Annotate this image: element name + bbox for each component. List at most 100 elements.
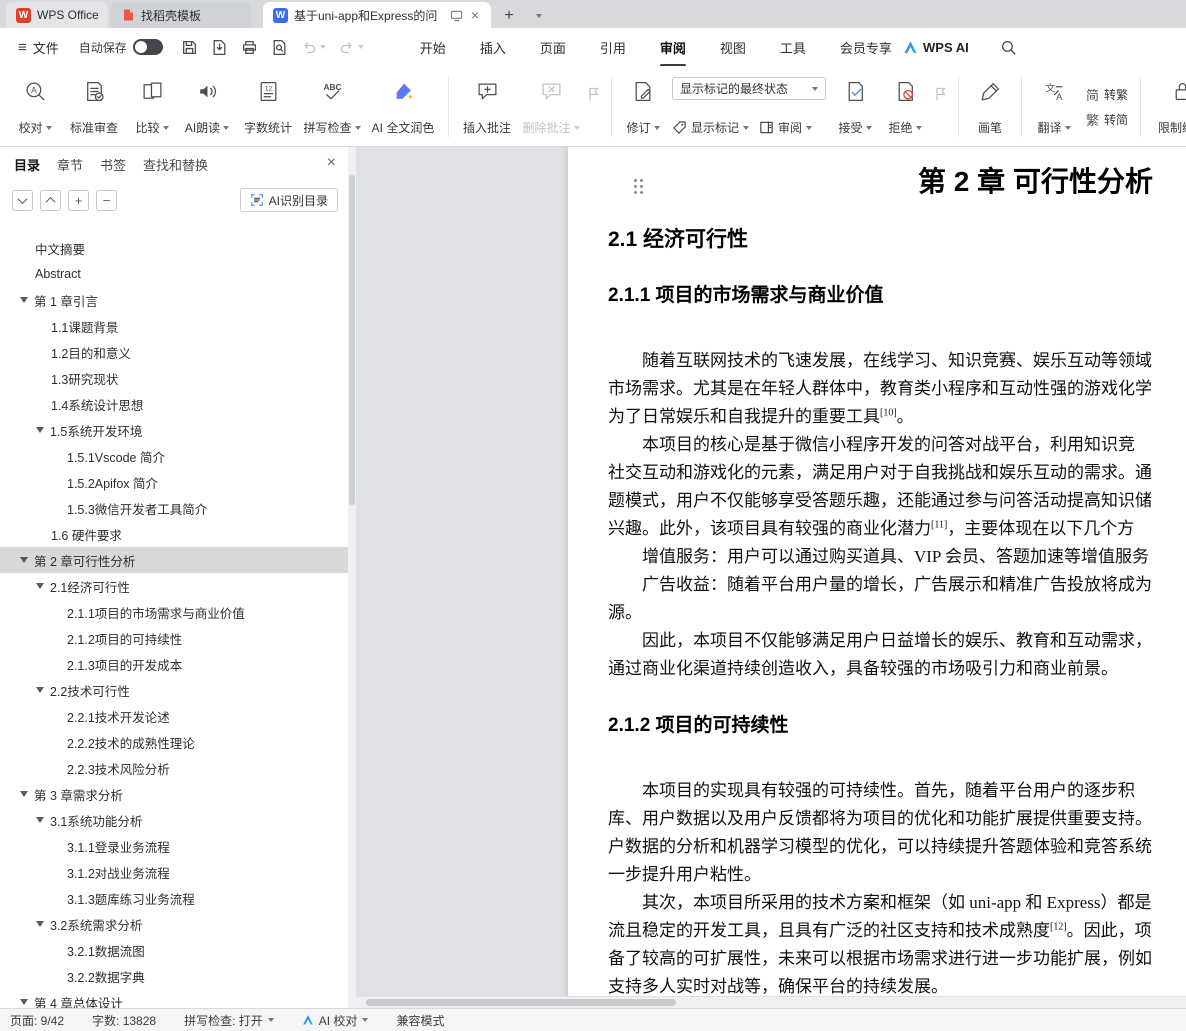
toc-item[interactable]: 第 4 章总体设计	[0, 989, 348, 1008]
sidebar-tab-contents[interactable]: 目录	[14, 155, 40, 174]
tab-docer-templates[interactable]: 找稻壳模板	[111, 2, 251, 28]
menu-tab-page[interactable]: 页面	[540, 34, 566, 61]
wps-ai-button[interactable]: WPS AI	[903, 40, 969, 55]
toc-item[interactable]: 2.1.3项目的开发成本	[0, 651, 348, 677]
tab-list-button[interactable]	[527, 4, 551, 28]
menu-tab-member[interactable]: 会员专享	[840, 34, 892, 61]
delete-comment-button[interactable]: 删除批注	[519, 72, 583, 142]
sidebar-scrollbar[interactable]	[348, 147, 356, 1008]
menu-tab-tools[interactable]: 工具	[780, 34, 806, 61]
insert-comment-button[interactable]: 插入批注	[455, 72, 519, 142]
accept-changes-button[interactable]: 接受	[830, 72, 880, 142]
paragraph-drag-handle-icon[interactable]	[634, 179, 637, 182]
undo-button[interactable]	[301, 39, 326, 55]
toc-item[interactable]: 第 2 章可行性分析	[0, 547, 348, 573]
menu-tab-insert[interactable]: 插入	[480, 34, 506, 61]
save-button[interactable]	[181, 39, 198, 56]
expand-arrow-icon[interactable]	[36, 817, 44, 823]
expand-arrow-icon[interactable]	[20, 999, 28, 1005]
autosave-toggle[interactable]	[132, 39, 163, 55]
expand-arrow-icon[interactable]	[36, 687, 44, 693]
ai-polish-button[interactable]: AI 全文润色	[364, 72, 442, 142]
proofread-button[interactable]: A 校对	[8, 72, 62, 142]
next-change-button[interactable]	[930, 72, 952, 142]
menu-tab-review[interactable]: 审阅	[660, 34, 686, 61]
tab-close-ic[interactable]: ×	[469, 8, 481, 22]
toc-item[interactable]: 1.6 硬件要求	[0, 521, 348, 547]
toc-item[interactable]: 第 3 章需求分析	[0, 781, 348, 807]
export-pdf-button[interactable]	[211, 39, 228, 56]
scrollbar-thumb[interactable]	[366, 999, 676, 1006]
spell-check-status[interactable]: 拼写检查: 打开	[184, 1012, 274, 1029]
expand-arrow-icon[interactable]	[36, 583, 44, 589]
ink-pen-button[interactable]: 画笔	[965, 72, 1015, 142]
review-pane-button[interactable]: 审阅	[759, 119, 813, 136]
toc-item[interactable]: 3.1.2对战业务流程	[0, 859, 348, 885]
menu-tab-view[interactable]: 视图	[720, 34, 746, 61]
ai-proofread-status[interactable]: AI 校对	[302, 1012, 369, 1029]
restrict-editing-button[interactable]: 限制编辑	[1147, 72, 1186, 142]
word-count-button[interactable]: 12 字数统计	[236, 72, 300, 142]
expand-arrow-icon[interactable]	[36, 427, 44, 433]
expand-arrow-icon[interactable]	[20, 297, 28, 303]
toc-item[interactable]: 3.1.1登录业务流程	[0, 833, 348, 859]
reject-changes-button[interactable]: 拒绝	[880, 72, 930, 142]
tab-current-document[interactable]: W 基于uni-app和Express的问 ×	[263, 2, 491, 28]
new-tab-button[interactable]: +	[497, 4, 521, 28]
menu-tab-reference[interactable]: 引用	[600, 34, 626, 61]
print-preview-button[interactable]	[271, 39, 288, 56]
window-icon[interactable]	[450, 9, 463, 22]
search-button[interactable]	[1000, 39, 1017, 56]
expand-arrow-icon[interactable]	[36, 921, 44, 927]
spell-check-button[interactable]: ABC 拼写检查	[300, 72, 364, 142]
print-button[interactable]	[241, 39, 258, 56]
toc-item[interactable]: 2.2.2技术的成熟性理论	[0, 729, 348, 755]
standard-review-button[interactable]: 标准审查	[62, 72, 126, 142]
toc-item[interactable]: 1.5.3微信开发者工具简介	[0, 495, 348, 521]
toc-item[interactable]: 2.2.3技术风险分析	[0, 755, 348, 781]
track-changes-button[interactable]: 修订	[618, 72, 668, 142]
toc-item[interactable]: 中文摘要	[0, 235, 348, 261]
toc-item[interactable]: 1.1课题背景	[0, 313, 348, 339]
toc-item[interactable]: 1.2目的和意义	[0, 339, 348, 365]
toc-item[interactable]: 2.1.2项目的可持续性	[0, 625, 348, 651]
toc-item[interactable]: 3.1系统功能分析	[0, 807, 348, 833]
toc-item[interactable]: 1.4系统设计思想	[0, 391, 348, 417]
toc-item[interactable]: 1.5.2Apifox 简介	[0, 469, 348, 495]
collapse-all-button[interactable]	[40, 189, 61, 211]
toc-item[interactable]: 2.1.1项目的市场需求与商业价值	[0, 599, 348, 625]
menu-tab-home[interactable]: 开始	[420, 34, 446, 61]
markup-state-select[interactable]: 显示标记的最终状态	[672, 77, 826, 100]
zoom-in-button[interactable]: +	[68, 189, 89, 211]
ai-read-aloud-button[interactable]: AI朗读	[178, 72, 236, 142]
horizontal-scrollbar[interactable]	[356, 996, 1186, 1008]
toc-item[interactable]: Abstract	[0, 261, 348, 287]
toc-item[interactable]: 2.1经济可行性	[0, 573, 348, 599]
tab-wps-home[interactable]: W WPS Office	[6, 2, 108, 28]
expand-arrow-icon[interactable]	[20, 557, 28, 563]
toc-item[interactable]: 3.1.3题库练习业务流程	[0, 885, 348, 911]
toc-item[interactable]: 2.2技术可行性	[0, 677, 348, 703]
file-menu-button[interactable]: ≡ 文件	[10, 38, 67, 57]
to-traditional-button[interactable]: 简 转繁	[1086, 85, 1128, 104]
toc-item[interactable]: 3.2.1数据流图	[0, 937, 348, 963]
zoom-out-button[interactable]: −	[96, 189, 117, 211]
page-indicator[interactable]: 页面: 9/42	[10, 1012, 64, 1029]
sidebar-tab-find-replace[interactable]: 查找和替换	[143, 155, 208, 174]
expand-arrow-icon[interactable]	[20, 791, 28, 797]
show-markup-button[interactable]: 显示标记	[672, 119, 750, 136]
sidebar-tab-bookmarks[interactable]: 书签	[100, 155, 126, 174]
document-page[interactable]: 第 2 章 可行性分析 2.1 经济可行性 2.1.1 项目的市场需求与商业价值 随着…	[568, 147, 1186, 1008]
sidebar-close-icon[interactable]: ×	[327, 155, 336, 171]
redo-button[interactable]	[339, 39, 364, 55]
previous-comment-button[interactable]	[583, 72, 605, 142]
toc-item[interactable]: 3.2系统需求分析	[0, 911, 348, 937]
toc-item[interactable]: 2.2.1技术开发论述	[0, 703, 348, 729]
translate-button[interactable]: 文A 翻译	[1028, 72, 1080, 142]
toc-item[interactable]: 1.3研究现状	[0, 365, 348, 391]
to-simplified-button[interactable]: 繁 转简	[1086, 110, 1128, 129]
toc-item[interactable]: 1.5.1Vscode 简介	[0, 443, 348, 469]
scrollbar-thumb[interactable]	[349, 175, 355, 505]
toc-item[interactable]: 第 1 章引言	[0, 287, 348, 313]
toc-item[interactable]: 1.5系统开发环境	[0, 417, 348, 443]
